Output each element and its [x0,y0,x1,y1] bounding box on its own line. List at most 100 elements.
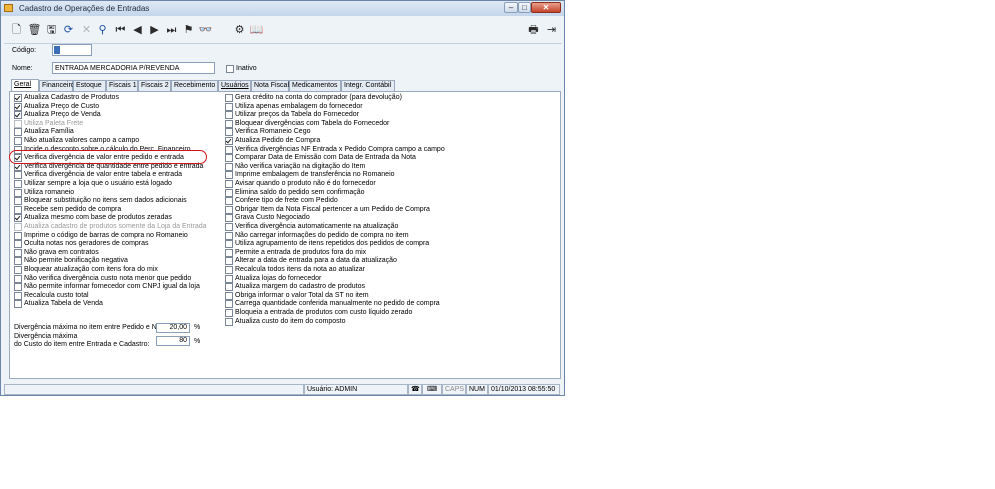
checkbox[interactable] [225,180,233,188]
name-field[interactable]: ENTRADA MERCADORIA P/REVENDA [52,62,215,74]
checkbox[interactable] [14,180,22,188]
checkbox[interactable] [225,317,233,326]
keyboard-icon: ⌨ [422,384,442,395]
checkbox[interactable] [225,102,233,111]
checkbox[interactable] [225,137,233,145]
checkbox[interactable] [14,231,22,240]
checkbox[interactable] [14,102,22,111]
checkbox[interactable] [225,223,233,231]
tab-integr-contabil[interactable]: Integr. Contábil [341,80,395,91]
checkbox[interactable] [14,197,22,206]
checkbox[interactable] [14,240,22,249]
tab-recebimento[interactable]: Recebimento [171,80,218,91]
checkbox[interactable] [225,205,233,214]
checkbox[interactable] [225,154,233,163]
refresh-icon[interactable]: ⟳ [61,22,76,38]
code-field[interactable] [52,44,92,56]
checkbox[interactable] [14,119,22,128]
checkbox[interactable] [14,248,22,257]
checkbox[interactable] [225,283,233,292]
checkbox[interactable] [225,197,233,206]
checkbox[interactable] [14,214,22,223]
checkbox[interactable] [225,145,233,154]
checkbox[interactable] [225,309,233,317]
exit-icon[interactable]: ⇥ [544,22,559,38]
inactive-label: Inativo [236,65,257,72]
checkbox[interactable] [225,94,233,102]
checkbox[interactable] [225,162,233,171]
first-record-icon[interactable]: ⏮ [113,22,128,38]
maximize-button[interactable]: □ [518,2,531,13]
filter-icon[interactable]: ⚑ [181,22,196,38]
checkbox[interactable] [14,171,22,180]
cost-divergence-label-1: Divergência máxima [14,333,78,340]
binoculars-icon[interactable]: 👓 [198,22,213,38]
cost-divergence-unit: % [194,338,201,345]
order-divergence-unit: % [194,324,201,331]
order-divergence-field[interactable]: 20,00 [156,323,190,333]
checkbox[interactable] [14,128,22,137]
tab-fiscais-2[interactable]: Fiscais 2 [138,80,171,91]
checkbox[interactable] [14,274,22,283]
cost-divergence-label-2: do Custo do item entre Entrada e Cadastr… [14,341,150,348]
checkbox[interactable] [14,257,22,266]
name-label: Nome: [12,65,33,72]
window-title: Cadastro de Operações de Entradas [19,4,150,13]
tab-usuarios[interactable]: Usuários [218,80,251,91]
tab-panel-geral: Atualiza Cadastro de Produtos Atualiza Pr… [9,91,561,379]
last-record-icon[interactable]: ⏭ [164,22,179,38]
checkbox[interactable] [14,291,22,300]
previous-record-icon[interactable]: ◀ [130,22,145,38]
app-icon [4,4,13,12]
tab-fiscais-1[interactable]: Fiscais 1 [106,80,138,91]
checkbox[interactable] [225,240,233,249]
checkbox[interactable] [225,300,233,309]
red-annotation-circle [9,150,207,164]
checkbox[interactable] [225,128,233,137]
checkbox[interactable] [225,274,233,283]
tab-estoque[interactable]: Estoque [73,80,106,91]
cancel-icon[interactable]: ✕ [79,22,94,38]
cost-divergence-field[interactable]: 80 [156,336,190,346]
new-document-icon[interactable]: 🗋 [9,22,24,38]
tab-medicamentos[interactable]: Medicamentos [289,80,341,91]
toolbar: 🗋 🗑 🖫 ⟳ ✕ ⚲ ⏮ ◀ ▶ ⏭ ⚑ 👓 ⚙ 📖 🖶 ⇥ [4,19,562,44]
minimize-button[interactable]: – [504,2,518,13]
next-record-icon[interactable]: ▶ [147,22,162,38]
checkbox[interactable] [14,300,22,309]
status-bar: Usuário: ADMIN ☎ ⌨ CAPS NUM 01/10/2013 0… [4,383,562,395]
delete-icon[interactable]: 🗑 [27,22,42,38]
checkbox[interactable] [14,205,22,214]
tab-financeiro[interactable]: Financeiro [39,80,75,91]
checkbox[interactable] [14,223,22,231]
checkbox[interactable] [225,119,233,128]
status-user: Usuário: ADMIN [304,384,408,395]
checkbox[interactable] [14,137,22,145]
checkbox[interactable] [14,283,22,292]
close-button[interactable]: ✕ [531,2,561,13]
checkbox[interactable] [225,171,233,180]
checkbox[interactable] [14,111,22,120]
checkbox[interactable] [225,188,233,197]
print-icon[interactable]: 🖶 [526,22,541,38]
checkbox[interactable] [225,291,233,300]
checkbox[interactable] [14,188,22,197]
inactive-checkbox-box[interactable] [226,65,234,73]
checkbox[interactable] [225,231,233,240]
checkbox[interactable] [225,257,233,266]
tab-geral[interactable]: Geral [11,79,39,91]
search-icon[interactable]: ⚲ [95,22,110,38]
checkbox[interactable] [225,214,233,223]
checkbox[interactable] [225,266,233,274]
checkbox[interactable] [225,111,233,120]
option-label: Atualiza custo do item do composto [235,317,346,325]
help-book-icon[interactable]: 📖 [249,22,264,38]
checkbox[interactable] [14,266,22,274]
checkbox[interactable] [14,94,22,102]
tab-nota-fiscal[interactable]: Nota Fiscal [251,80,289,91]
save-icon[interactable]: 🖫 [44,22,59,38]
checkbox[interactable] [225,248,233,257]
phone-icon: ☎ [408,384,422,395]
settings-icon[interactable]: ⚙ [232,22,247,38]
status-datetime: 01/10/2013 08:55:50 [488,384,560,395]
